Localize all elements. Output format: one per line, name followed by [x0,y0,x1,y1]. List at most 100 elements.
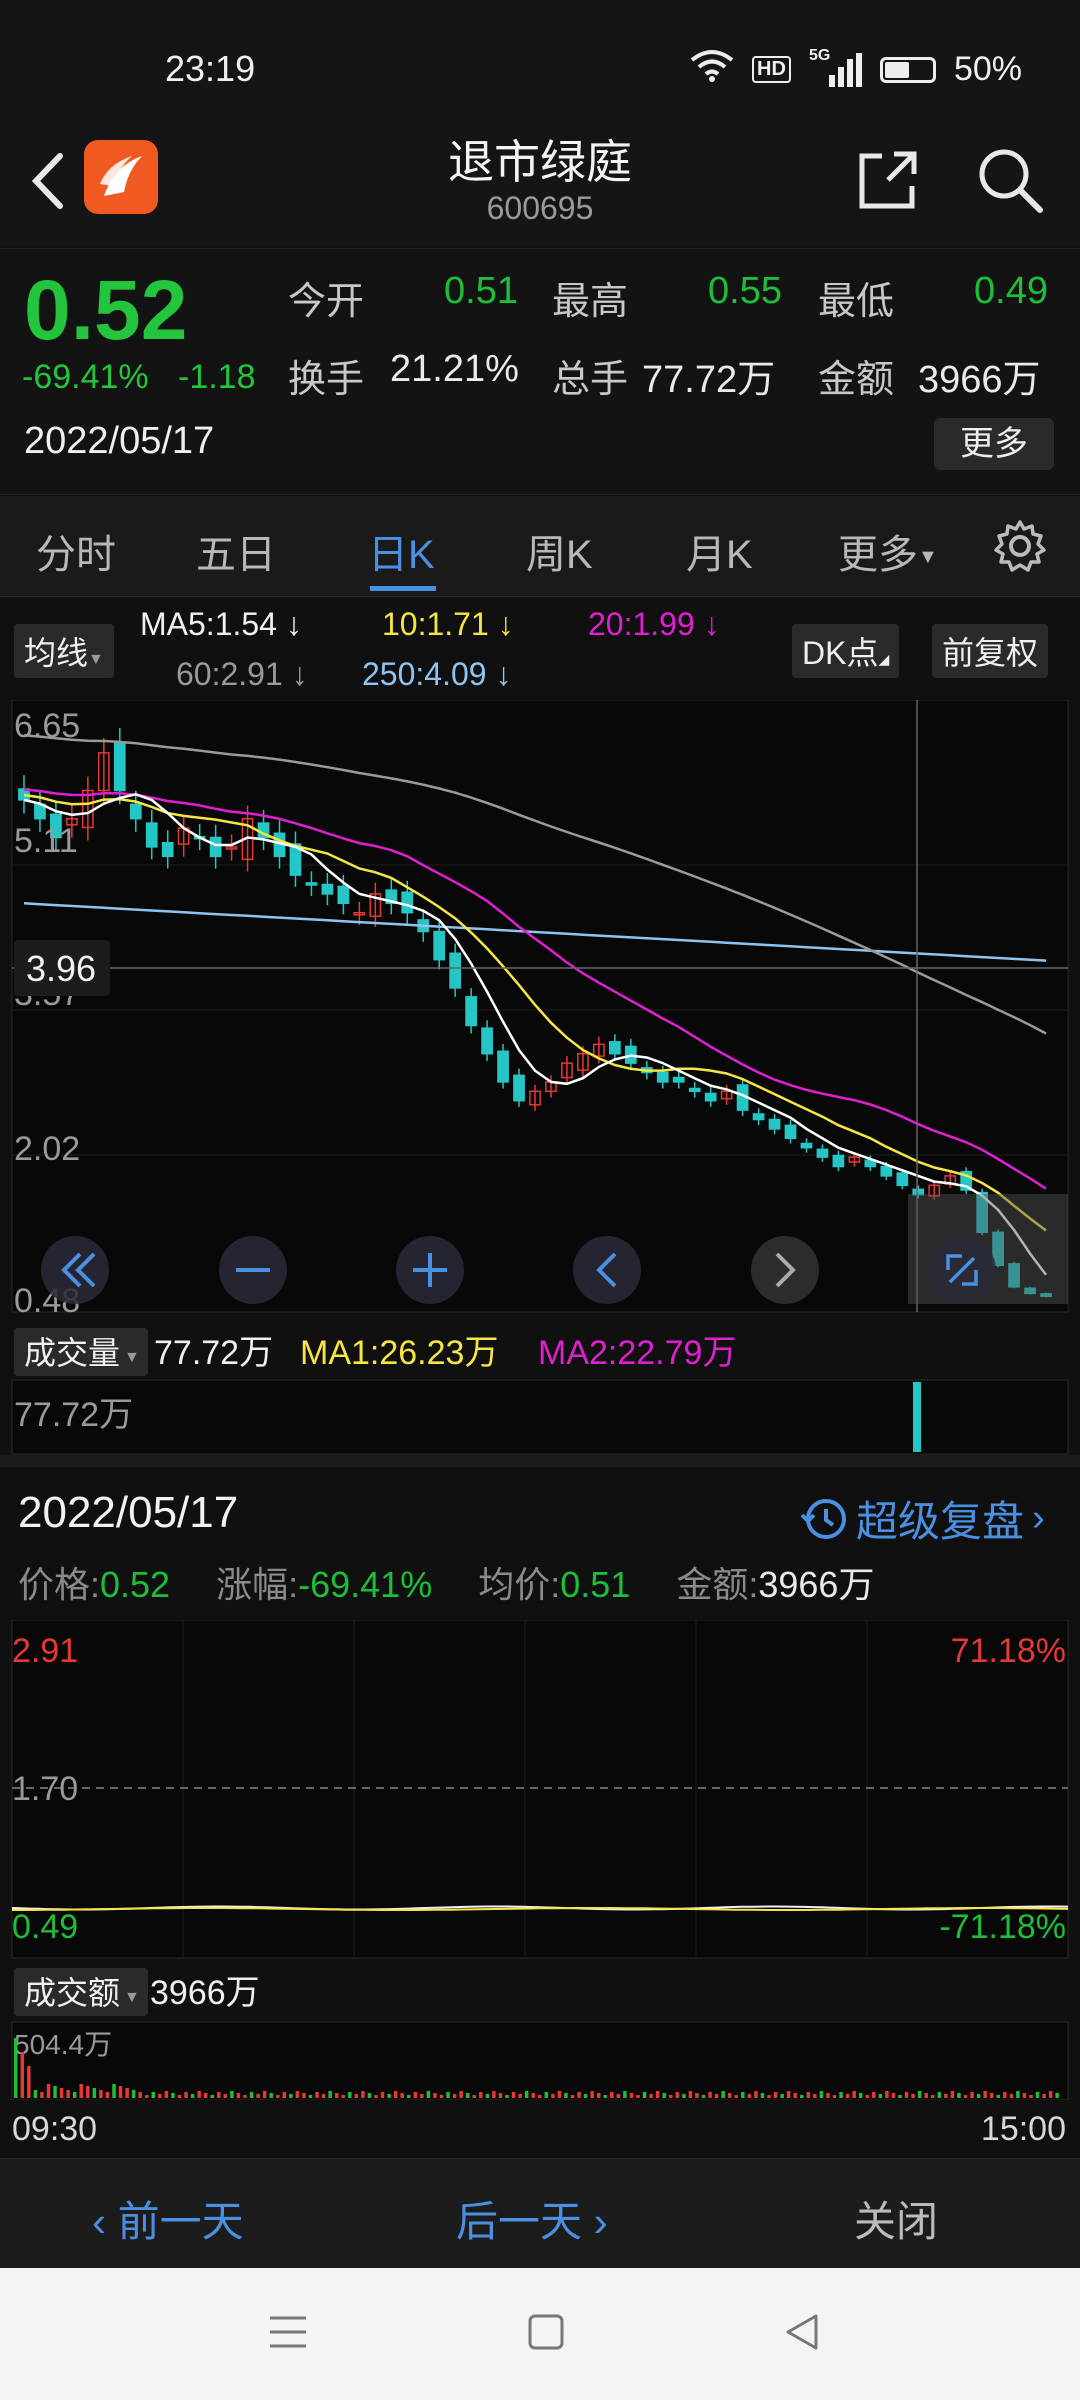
fullscreen-button[interactable] [928,1236,996,1304]
prev-day-button[interactable]: ‹ 前一天 [92,2188,244,2249]
amount-bar [1055,2093,1059,2098]
amount-bar [20,2052,25,2098]
scroll-left-button[interactable] [573,1236,641,1304]
ma250-value: 250:4.09 [362,656,487,692]
tab-monthly-k[interactable]: 月K [686,522,753,580]
close-button[interactable]: 关闭 [854,2188,938,2249]
super-replay-button[interactable]: 超级复盘 › [800,1488,1045,1549]
settings-button[interactable] [992,518,1048,574]
more-button[interactable]: 更多 [934,418,1054,470]
amount-bar [14,2038,18,2098]
amount-bar [1016,2091,1020,2098]
candle-body [784,1124,797,1140]
battery-icon [879,56,936,83]
tab-more[interactable]: 更多▼ [838,522,938,580]
amount-bar [839,2092,843,2098]
amount-bar [380,2092,385,2098]
next-day-label: 后一天 [456,2198,583,2245]
tab-five-day[interactable]: 五日 [196,522,276,580]
home-icon[interactable] [526,2312,566,2352]
gear-icon [994,520,1046,572]
amount-bar [479,2092,483,2098]
amount-bar [675,2092,680,2098]
amount-bar [367,2093,372,2098]
amount-bar [125,2088,129,2098]
turnover-value: 21.21% [390,348,519,390]
amount-bar [145,2095,149,2098]
amount-bar [105,2092,110,2098]
jump-left-button[interactable] [41,1236,109,1304]
amount-bar [610,2092,614,2098]
tab-daily-k[interactable]: 日K [368,522,435,580]
candle-body [481,1027,493,1055]
next-day-button[interactable]: 后一天 › [456,2188,608,2249]
intraday-high-pct: 71.18% [951,1632,1066,1670]
amount-bar [767,2095,771,2098]
amount-bar [1029,2095,1033,2098]
volume-selector-label: 成交量 [24,1335,120,1371]
back-icon[interactable] [782,2312,822,2352]
amount-bar [59,2088,64,2098]
amount-value: 3966万 [150,1974,260,2012]
amount-bar [741,2092,745,2098]
amount-bar [243,2095,247,2098]
hd-badge: HD [752,56,791,83]
amount-bar [400,2093,404,2098]
intraday-chart[interactable]: 2.91 1.70 0.49 71.18% -71.18% [0,1620,1080,1960]
zoom-out-button[interactable] [219,1236,287,1304]
amount-bar [407,2095,411,2098]
amount-bar [734,2095,738,2098]
signal-icon: 5G [809,47,862,87]
amount-bar [72,2092,77,2098]
scroll-right-button[interactable] [751,1236,819,1304]
amount-bar [393,2091,398,2098]
amount-bar [583,2094,588,2098]
battery-level: 50% [953,50,1022,88]
amount-bar [446,2092,450,2098]
amount-bar [904,2092,909,2098]
tab-more-label: 更多 [838,533,918,577]
candle-body [145,822,158,848]
candle-body [656,1071,669,1083]
amount-bar [1035,2092,1040,2098]
amount-bar [66,2090,70,2098]
amount-bar [636,2095,640,2098]
intraday-amount-chart[interactable]: 成交额 ▼ 3966万 504.4万 [0,1960,1080,2100]
amount-bar [295,2091,300,2098]
crosshair-value: 3.96 [26,948,96,989]
amount-bar [623,2091,627,2098]
quote-date: 2022/05/17 [24,420,215,462]
amount-bar [629,2093,634,2098]
amount-bar [832,2095,837,2098]
amount-bar [33,2090,38,2098]
amount-bar [276,2095,280,2098]
ma-selector[interactable]: 均线▼ [14,624,114,678]
history-icon [800,1498,846,1539]
amount-bar [151,2092,156,2098]
tab-intraday[interactable]: 分时 [36,522,116,580]
tab-weekly-k[interactable]: 周K [526,522,593,580]
share-button[interactable] [852,146,922,216]
amount-bar [518,2094,522,2098]
amount-bar [302,2093,306,2098]
amount-bar [374,2095,378,2098]
menu-icon[interactable] [268,2312,308,2352]
kline-chart[interactable]: 6.65 5.11 3.57 2.02 0.48 3.96 [0,700,1080,1320]
zoom-in-button[interactable] [396,1236,464,1304]
amount-bar [118,2086,123,2098]
dk-point-button[interactable]: DK点◢ [792,624,900,678]
adjust-button[interactable]: 前复权 [932,624,1049,678]
amount-bar [1003,2092,1007,2098]
volume-chart[interactable]: 成交量 ▼ 77.72万 MA1:26.23万 MA2:22.79万 77.72… [0,1320,1080,1455]
search-button[interactable] [974,144,1046,216]
amount-bar [754,2091,758,2098]
amount-bar [171,2093,175,2098]
amount-bar [538,2095,542,2098]
amount-bar [996,2095,1000,2098]
amount-bar [590,2091,594,2098]
amount-bar [747,2094,752,2098]
amount-bar [282,2092,287,2098]
volume-bar-last [913,1382,921,1452]
amount-bar [773,2092,778,2098]
change-amount: -1.18 [178,358,256,396]
